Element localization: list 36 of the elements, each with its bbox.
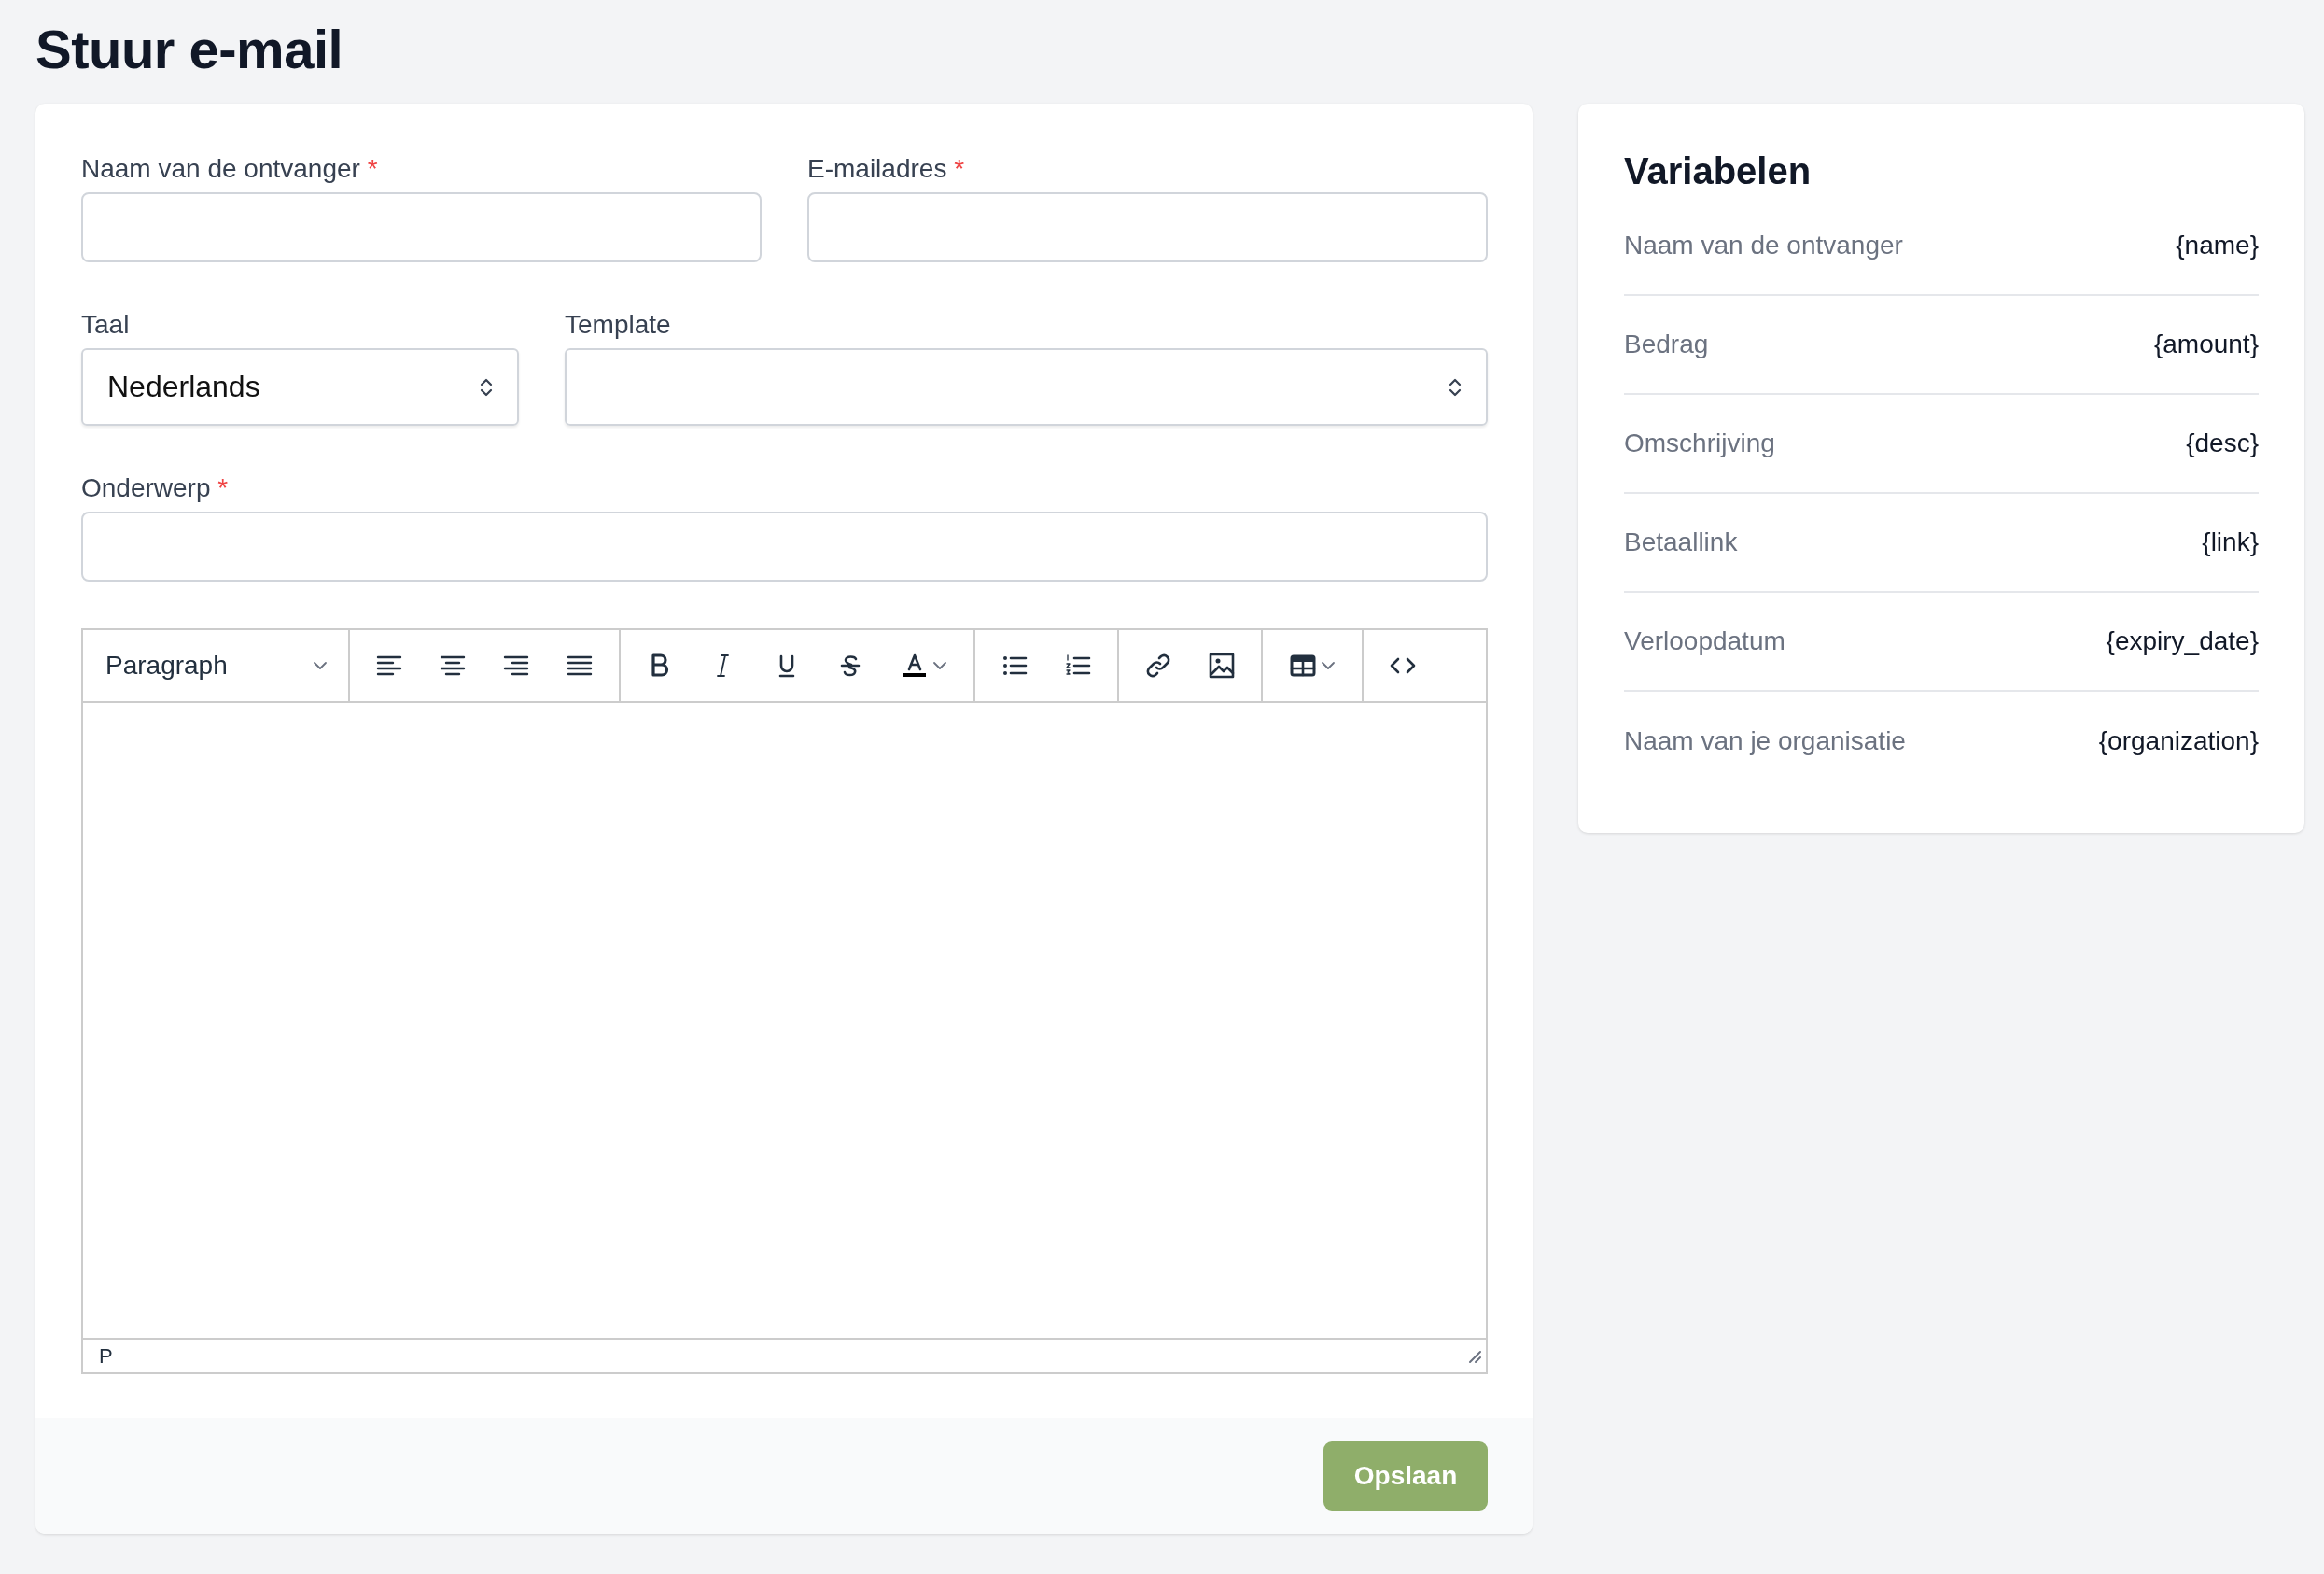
- variable-label: Bedrag: [1624, 330, 1709, 359]
- link-icon: [1144, 652, 1172, 680]
- variable-token: {expiry_date}: [2106, 626, 2259, 656]
- variables-title: Variabelen: [1624, 149, 1813, 193]
- input-field[interactable]: [807, 192, 1488, 262]
- text-color-icon: [901, 652, 929, 680]
- rich-text-editor[interactable]: Paragraph P: [81, 628, 1488, 1374]
- field-label: Onderwerp *: [81, 472, 230, 504]
- variable-label: Omschrijving: [1624, 429, 1775, 458]
- element-path[interactable]: P: [99, 1343, 113, 1369]
- field-label: Naam van de ontvanger *: [81, 153, 379, 185]
- field-label: Template: [565, 309, 672, 341]
- variable-token: {desc}: [2186, 429, 2259, 458]
- select-field[interactable]: Nederlands: [81, 348, 519, 426]
- page-title: Stuur e-mail: [35, 21, 344, 78]
- format-dropdown[interactable]: Paragraph: [83, 630, 341, 701]
- variable-token: {amount}: [2153, 330, 2259, 359]
- chevron-down-icon: [313, 661, 328, 670]
- variable-label: Naam van je organisatie: [1624, 726, 1906, 756]
- variable-token: {link}: [2202, 527, 2259, 557]
- variable-label: Naam van de ontvanger: [1624, 231, 1903, 260]
- resize-handle-icon: [1467, 1348, 1482, 1364]
- variable-token: {name}: [2176, 231, 2259, 260]
- select-field[interactable]: [565, 348, 1488, 426]
- variable-token: {organization}: [2098, 726, 2259, 756]
- chevron-down-icon: [932, 661, 947, 670]
- input-field[interactable]: [81, 512, 1488, 582]
- chevron-up-down-icon: [1449, 376, 1462, 398]
- variable-label: Verloopdatum: [1624, 626, 1785, 656]
- chevron-down-icon: [1321, 661, 1336, 670]
- field-label: E-mailadres *: [807, 153, 966, 185]
- variable-label: Betaallink: [1624, 527, 1738, 557]
- input-field[interactable]: [81, 192, 762, 262]
- image-icon: [1208, 652, 1236, 680]
- chevron-up-down-icon: [480, 376, 493, 398]
- field-label: Taal: [81, 309, 131, 341]
